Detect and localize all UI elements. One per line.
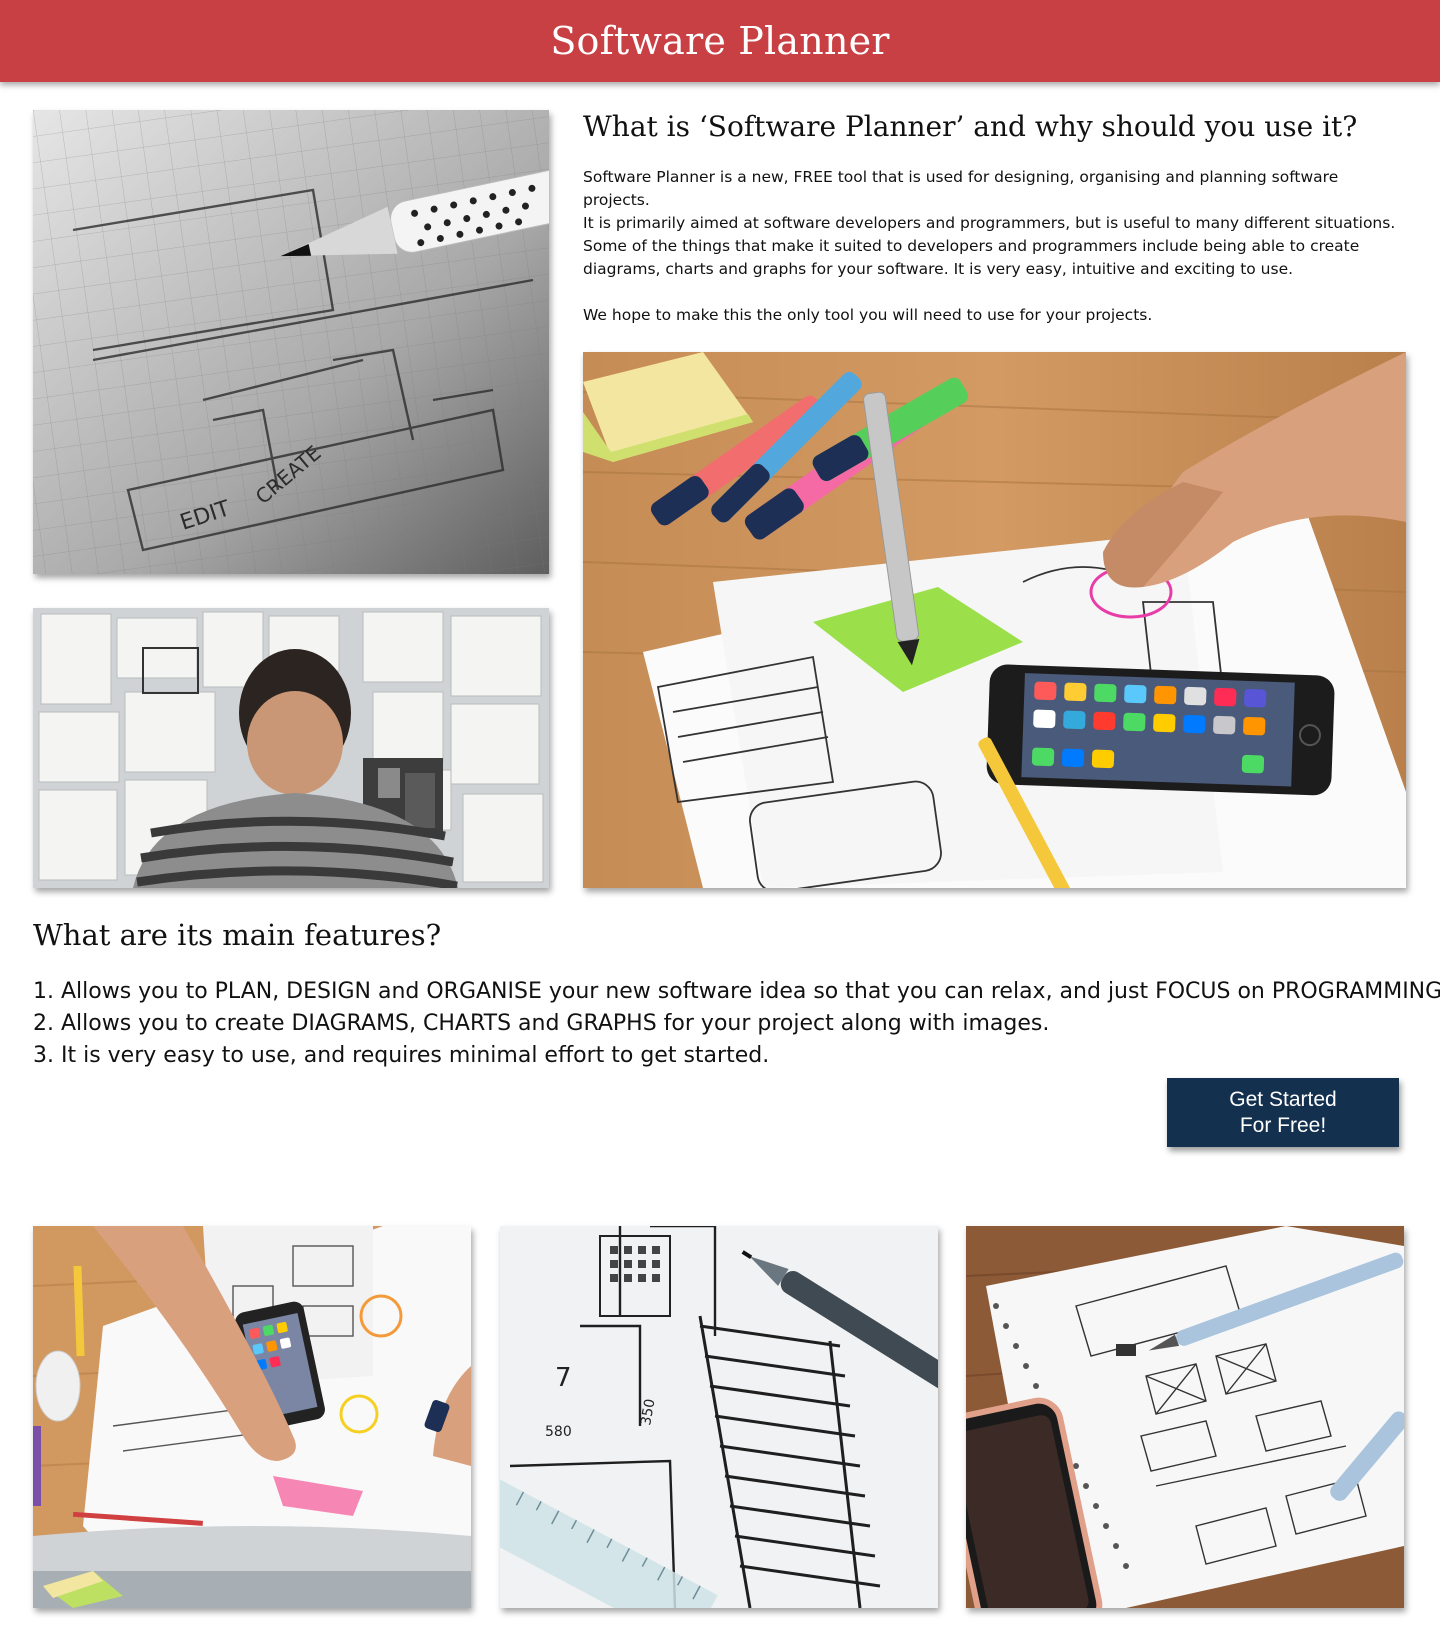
intro-paragraph-2-line-2: diagrams, charts and graphs for your sof… — [583, 260, 1294, 278]
get-started-button[interactable]: Get Started For Free! — [1167, 1078, 1399, 1147]
features-heading: What are its main features? — [33, 918, 442, 952]
feature-item-3: 3. It is very easy to use, and requires … — [33, 1043, 770, 1068]
intro-paragraph-2-line-1: Some of the things that make it suited t… — [583, 237, 1360, 255]
feature-item-2: 2. Allows you to create DIAGRAMS, CHARTS… — [33, 1011, 1050, 1036]
site-header: Software Planner — [0, 0, 1440, 82]
get-started-button-line-2: For Free! — [1239, 1113, 1327, 1137]
man-wall-of-sketches-image — [33, 608, 549, 888]
desk-sketching-image — [33, 1226, 471, 1608]
intro-paragraph-1-line-1: Software Planner is a new, FREE tool tha… — [583, 168, 1339, 209]
intro-paragraph-3: We hope to make this the only tool you w… — [583, 304, 1403, 327]
blueprint-text-580: 580 — [545, 1424, 572, 1440]
hand-drawing-wireframe-image — [583, 352, 1406, 888]
intro-paragraph-1: Software Planner is a new, FREE tool tha… — [583, 166, 1403, 235]
intro-heading: What is ‘Software Planner’ and why shoul… — [583, 110, 1358, 143]
blueprint-text-7: 7 — [555, 1363, 572, 1393]
feature-item-1: 1. Allows you to PLAN, DESIGN and ORGANI… — [33, 979, 1440, 1004]
features-list: 1. Allows you to PLAN, DESIGN and ORGANI… — [33, 976, 1440, 1072]
sketch-pencil-image: EDIT CREATE — [33, 110, 549, 574]
intro-paragraph-1-line-2: It is primarily aimed at software develo… — [583, 214, 1396, 232]
site-title: Software Planner — [550, 19, 890, 63]
intro-paragraph-3-line-1: We hope to make this the only tool you w… — [583, 306, 1153, 324]
intro-paragraph-2: Some of the things that make it suited t… — [583, 235, 1403, 281]
get-started-button-line-1: Get Started — [1229, 1087, 1337, 1111]
blueprint-pen-image: 7 580 350 — [500, 1226, 938, 1608]
notebook-wireframe-image — [966, 1226, 1404, 1608]
